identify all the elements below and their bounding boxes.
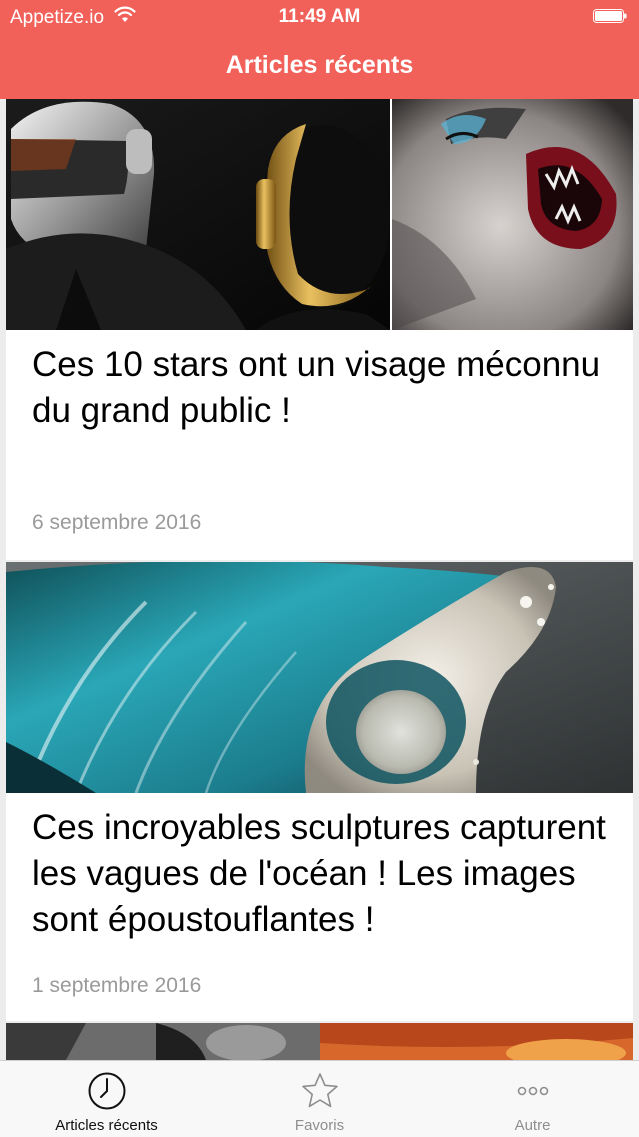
article-image[interactable]: [6, 1023, 633, 1060]
more-icon: [517, 1086, 548, 1096]
article-card[interactable]: Ces 10 stars ont un visage méconnu du gr…: [6, 99, 633, 560]
tab-bar: Articles récents Favoris Autre: [0, 1060, 639, 1137]
article-2-photo: [6, 562, 633, 793]
clock-icon: [88, 1072, 125, 1110]
star-icon: [301, 1073, 338, 1108]
article-feed[interactable]: Ces 10 stars ont un visage méconnu du gr…: [0, 99, 639, 1060]
tab-label: Autre: [514, 1117, 551, 1134]
tab-label: Favoris: [294, 1117, 345, 1134]
article-3-photo: [6, 1023, 633, 1060]
article-date: 1 septembre 2016: [32, 974, 202, 997]
article-image[interactable]: [6, 99, 633, 330]
app-header: Appetize.io 11:49 AM Articles récents: [0, 0, 639, 99]
article-title[interactable]: Ces 10 stars ont un visage méconnu du gr…: [32, 342, 615, 434]
article-card[interactable]: [6, 1023, 633, 1060]
battery-icon: [593, 9, 627, 23]
tab-articles-recents[interactable]: Articles récents: [0, 1061, 213, 1137]
article-1-photo: [6, 99, 633, 330]
article-title[interactable]: Ces incroyables sculptures capturent les…: [32, 805, 615, 943]
status-time: 11:49 AM: [278, 6, 361, 27]
tab-favoris[interactable]: Favoris: [213, 1061, 426, 1137]
article-card[interactable]: Ces incroyables sculptures capturent les…: [6, 562, 633, 1021]
article-date: 6 septembre 2016: [32, 511, 202, 534]
tab-autre[interactable]: Autre: [426, 1061, 639, 1137]
status-bar: Appetize.io 11:49 AM: [0, 0, 639, 34]
article-image[interactable]: [6, 562, 633, 793]
page-title: Articles récents: [225, 51, 414, 79]
tab-label: Articles récents: [55, 1117, 158, 1134]
